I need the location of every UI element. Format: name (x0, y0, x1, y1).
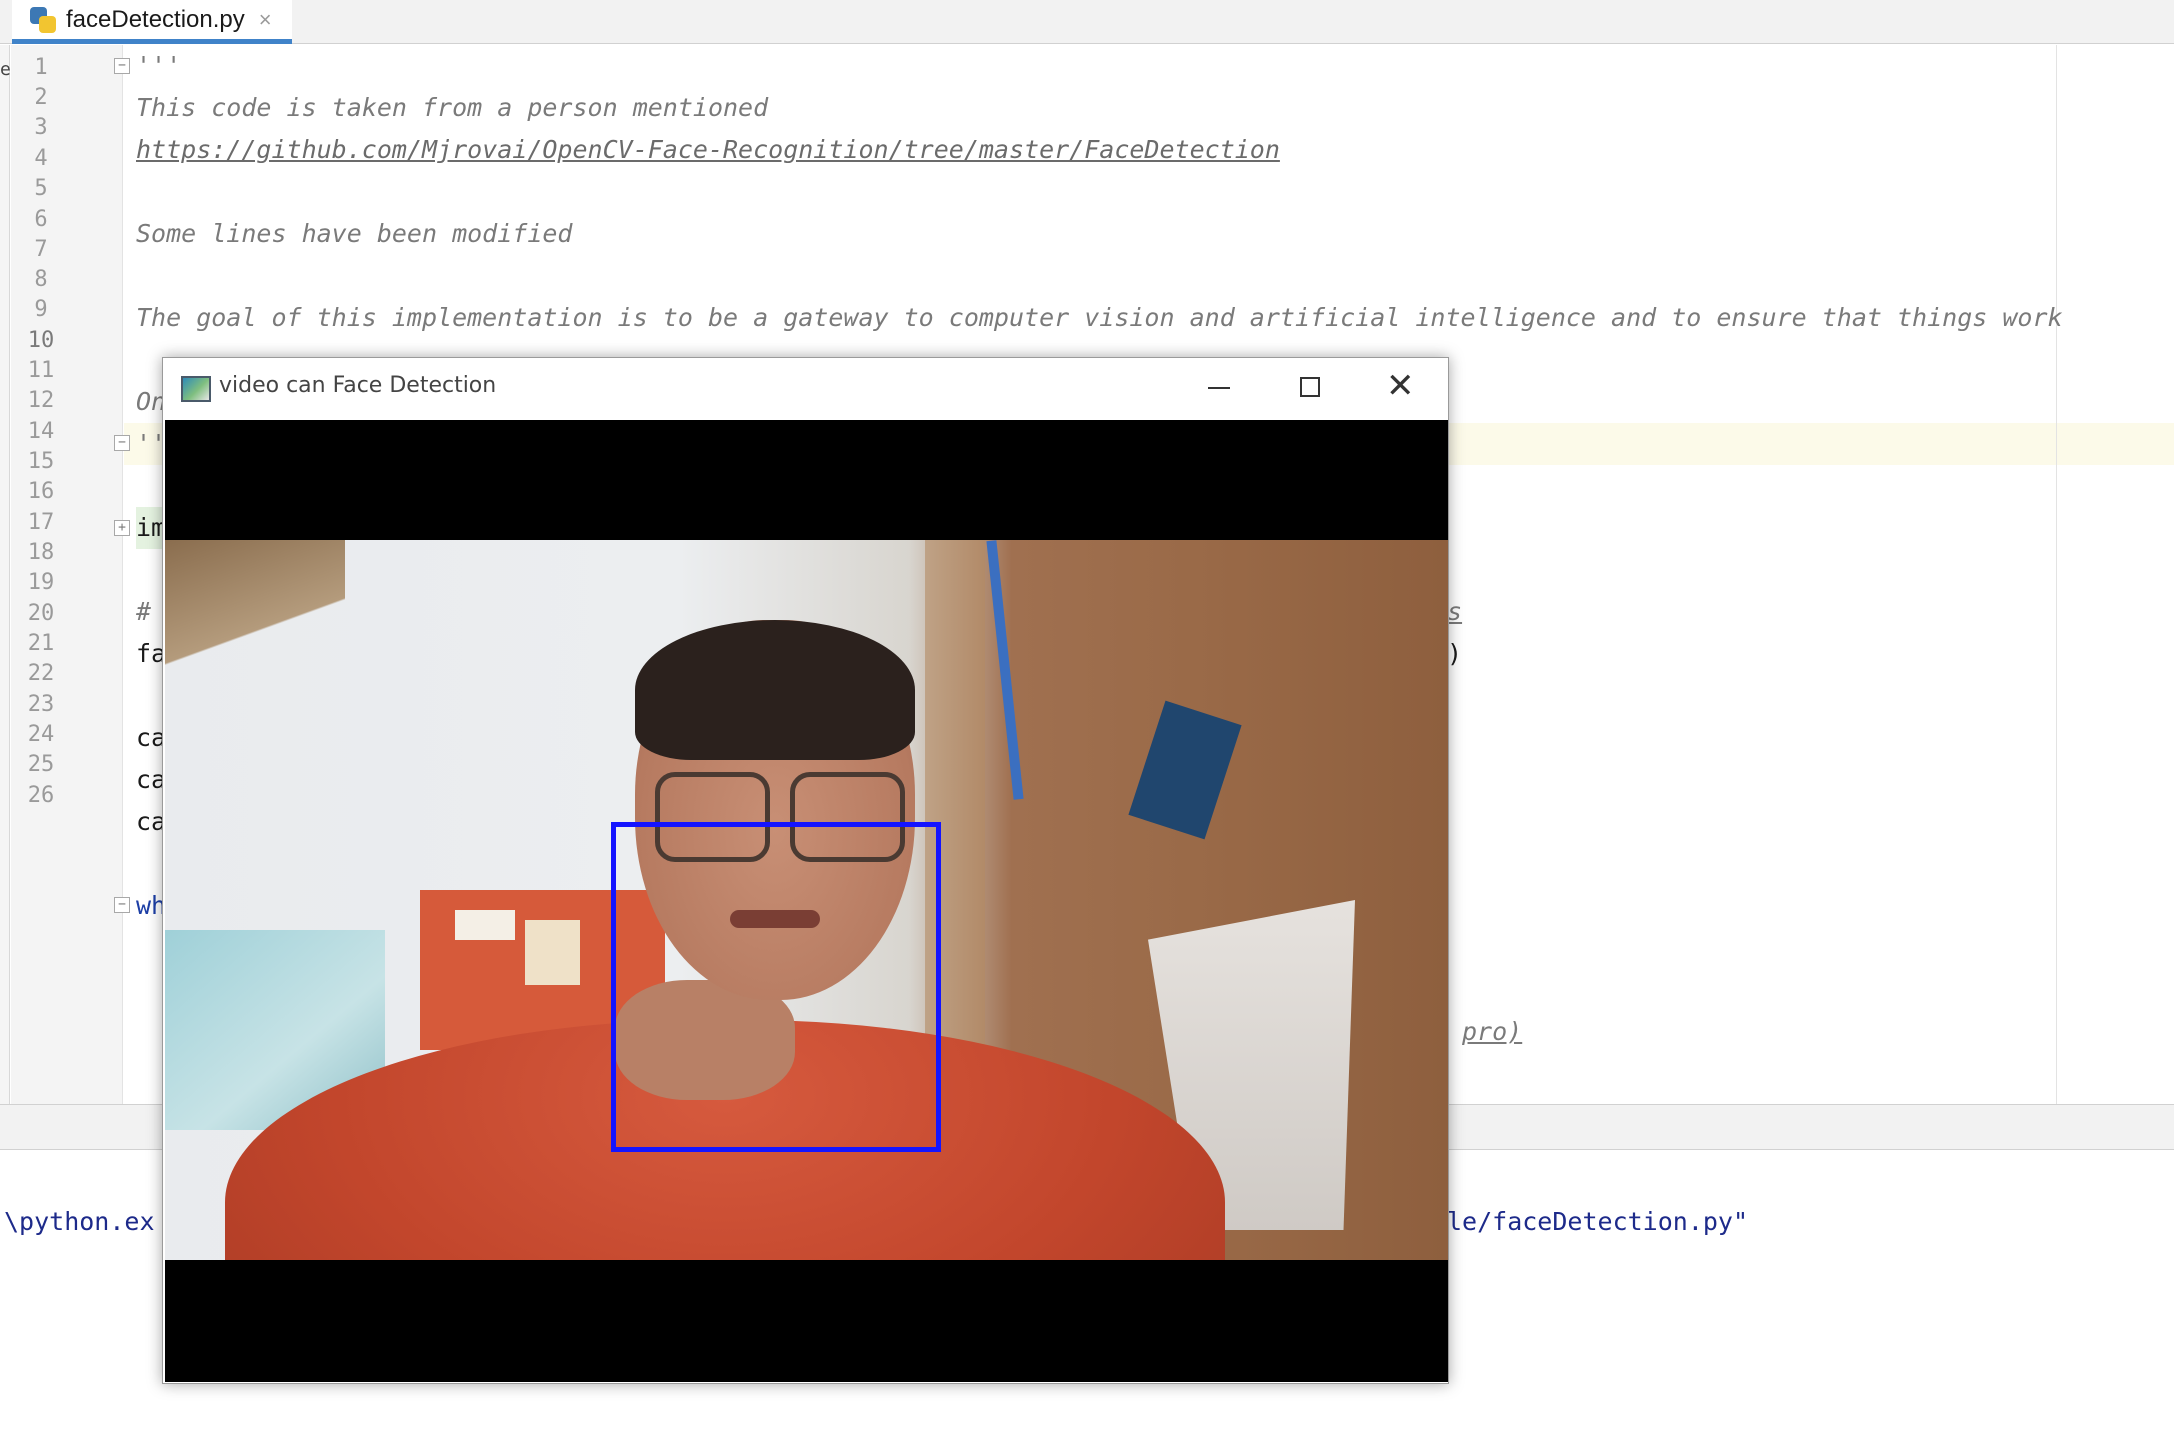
console-command-left: \python.ex (4, 1207, 155, 1236)
console-command-right: le/faceDetection.py" (1447, 1207, 1749, 1236)
webcam-frame (165, 540, 1448, 1260)
minimize-icon (1208, 387, 1230, 389)
fold-expand-icon[interactable]: + (114, 520, 130, 536)
code-line-3-url[interactable]: https://github.com/Mjrovai/OpenCV-Face-R… (136, 129, 1280, 171)
code-line-25-tail: pro) (1462, 1017, 1523, 1046)
fold-toggle-icon[interactable]: − (114, 897, 130, 913)
video-window[interactable]: video can Face Detection ✕ (162, 357, 1449, 1384)
tab-label: faceDetection.py (66, 5, 245, 33)
code-line-15-tail: s (1447, 597, 1463, 626)
panel-fragment-text: e (0, 59, 11, 80)
code-line-1[interactable]: ''' (136, 45, 181, 87)
fold-toggle-icon[interactable]: − (114, 435, 130, 451)
maximize-icon (1300, 377, 1320, 397)
video-window-titlebar[interactable]: video can Face Detection ✕ (163, 358, 1448, 420)
code-line-2[interactable]: This code is taken from a person mention… (136, 87, 768, 129)
opencv-window-icon (181, 376, 211, 402)
code-line-5[interactable]: Some lines have been modified (136, 213, 573, 255)
maximize-button[interactable] (1278, 368, 1338, 408)
fold-toggle-icon[interactable]: − (114, 58, 130, 74)
video-canvas (165, 420, 1448, 1382)
editor-tab-bar: faceDetection.py × (0, 0, 2174, 44)
code-line-7[interactable]: The goal of this implementation is to be… (136, 297, 2063, 339)
tab-face-detection[interactable]: faceDetection.py × (12, 0, 292, 44)
close-icon: ✕ (1386, 366, 1415, 406)
video-window-title: video can Face Detection (219, 373, 497, 398)
tab-close-icon[interactable]: × (259, 7, 272, 33)
right-margin-guide (2056, 45, 2057, 1105)
face-detection-box (611, 822, 941, 1152)
python-file-icon (30, 6, 56, 33)
code-line-16-tail: ) (1447, 639, 1463, 668)
minimize-button[interactable] (1188, 368, 1248, 408)
code-line-15[interactable]: # (136, 591, 151, 633)
left-panel-edge: e (0, 45, 11, 1105)
close-button[interactable]: ✕ (1368, 368, 1428, 408)
line-number: 26 (27, 783, 55, 808)
